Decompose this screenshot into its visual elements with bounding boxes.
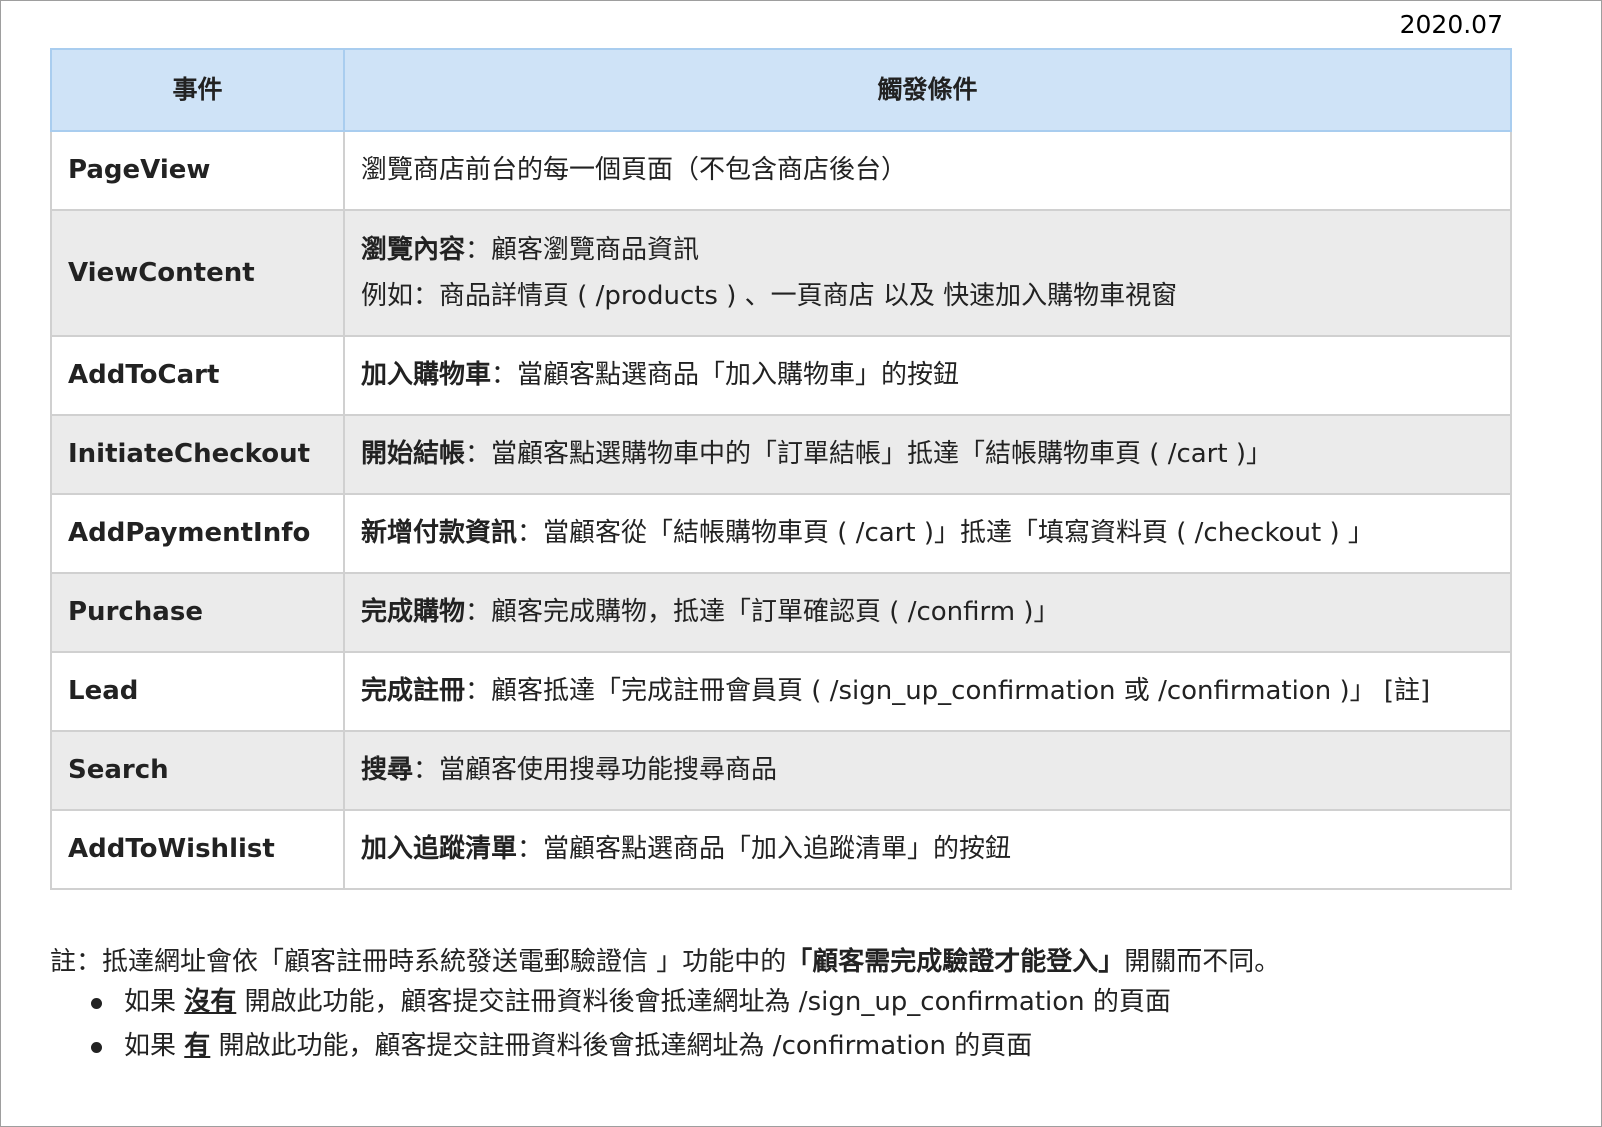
- event-name: ViewContent: [50, 209, 345, 337]
- footnote-suffix: 開關而不同。: [1124, 947, 1281, 977]
- trigger-term: 瀏覽內容: [361, 234, 466, 265]
- event-trigger: 新增付款資訊：當顧客從「結帳購物車頁 ( /cart )」抵達「填寫資料頁 ( …: [343, 493, 1512, 574]
- list-item: 如果 有 開啟此功能，顧客提交註冊資料後會抵達網址為 /confirmation…: [91, 1030, 1520, 1064]
- bullet-dot-icon: [91, 997, 102, 1009]
- trigger-term: 搜尋: [361, 755, 414, 786]
- event-name: AddPaymentInfo: [50, 493, 345, 574]
- event-trigger: 瀏覽商店前台的每一個頁面（不包含商店後台）: [343, 130, 1512, 211]
- bullet-post: 開啟此功能，顧客提交註冊資料後會抵達網址為 /confirmation 的頁面: [210, 1030, 1033, 1061]
- event-name: AddToCart: [50, 335, 345, 416]
- trigger-desc: 瀏覽商店前台的每一個頁面（不包含商店後台）: [361, 155, 908, 186]
- bullet-pre: 如果: [124, 986, 185, 1017]
- trigger-desc: ：當顧客點選購物車中的「訂單結帳」抵達「結帳購物車頁 ( /cart )」: [465, 439, 1272, 470]
- header-trigger: 觸發條件: [343, 48, 1512, 132]
- table-row: ViewContent 瀏覽內容：顧客瀏覽商品資訊 例如：商品詳情頁 ( /pr…: [50, 209, 1512, 337]
- event-trigger: 瀏覽內容：顧客瀏覽商品資訊 例如：商品詳情頁 ( /products ) 、一頁…: [343, 209, 1512, 337]
- trigger-desc: ：顧客抵達「完成註冊會員頁 ( /sign_up_confirmation 或 …: [465, 676, 1431, 707]
- trigger-term: 加入購物車: [361, 360, 492, 391]
- bullet-dot-icon: [91, 1041, 102, 1053]
- bullet-pre: 如果: [124, 1030, 185, 1061]
- trigger-desc: ：當顧客使用搜尋功能搜尋商品: [413, 755, 778, 786]
- table-row: AddToCart 加入購物車：當顧客點選商品「加入購物車」的按鈕: [50, 335, 1512, 416]
- event-name: Lead: [50, 651, 345, 732]
- event-name: InitiateCheckout: [50, 414, 345, 495]
- event-name: AddToWishlist: [50, 809, 345, 890]
- event-trigger: 搜尋：當顧客使用搜尋功能搜尋商品: [343, 730, 1512, 811]
- bullet-post: 開啟此功能，顧客提交註冊資料後會抵達網址為 /sign_up_confirmat…: [236, 986, 1171, 1017]
- trigger-term: 完成註冊: [361, 676, 466, 707]
- trigger-term: 加入追蹤清單: [361, 834, 518, 865]
- event-trigger: 完成購物：顧客完成購物，抵達「訂單確認頁 ( /confirm )」: [343, 572, 1512, 653]
- footnote-bold: 「顧客需完成驗證才能登入」: [786, 947, 1125, 977]
- events-table: 事件 觸發條件 PageView 瀏覽商店前台的每一個頁面（不包含商店後台） V…: [50, 48, 1512, 890]
- event-name: PageView: [50, 130, 345, 211]
- event-trigger: 加入購物車：當顧客點選商品「加入購物車」的按鈕: [343, 335, 1512, 416]
- document-page: 2020.07 事件 觸發條件 PageView 瀏覽商店前台的每一個頁面（不包…: [0, 0, 1602, 1127]
- trigger-desc: ：當顧客點選商品「加入追蹤清單」的按鈕: [517, 834, 1012, 865]
- trigger-term: 完成購物: [361, 597, 466, 628]
- header-event: 事件: [50, 48, 345, 132]
- footnote-prefix: 註：抵達網址會依「顧客註冊時系統發送電郵驗證信 」功能中的: [50, 947, 787, 977]
- trigger-desc: ：當顧客點選商品「加入購物車」的按鈕: [491, 360, 960, 391]
- table-row: AddToWishlist 加入追蹤清單：當顧客點選商品「加入追蹤清單」的按鈕: [50, 809, 1512, 890]
- event-name: Purchase: [50, 572, 345, 653]
- list-item: 如果 沒有 開啟此功能，顧客提交註冊資料後會抵達網址為 /sign_up_con…: [91, 986, 1520, 1020]
- event-trigger: 開始結帳：當顧客點選購物車中的「訂單結帳」抵達「結帳購物車頁 ( /cart )…: [343, 414, 1512, 495]
- table-row: Search 搜尋：當顧客使用搜尋功能搜尋商品: [50, 730, 1512, 811]
- table-row: AddPaymentInfo 新增付款資訊：當顧客從「結帳購物車頁 ( /car…: [50, 493, 1512, 574]
- trigger-desc: ：顧客瀏覽商品資訊: [465, 234, 700, 265]
- table-row: PageView 瀏覽商店前台的每一個頁面（不包含商店後台）: [50, 130, 1512, 211]
- trigger-desc: ：顧客完成購物，抵達「訂單確認頁 ( /confirm )」: [465, 597, 1060, 628]
- bullet-emphasis: 有: [184, 1030, 211, 1061]
- event-trigger: 完成註冊：顧客抵達「完成註冊會員頁 ( /sign_up_confirmatio…: [343, 651, 1512, 732]
- trigger-term: 新增付款資訊: [361, 518, 518, 549]
- trigger-example: 例如：商品詳情頁 ( /products ) 、一頁商店 以及 快速加入購物車視…: [361, 281, 1178, 311]
- footnote-text: 註：抵達網址會依「顧客註冊時系統發送電郵驗證信 」功能中的「顧客需完成驗證才能登…: [50, 946, 1520, 980]
- trigger-term: 開始結帳: [361, 439, 466, 470]
- event-trigger: 加入追蹤清單：當顧客點選商品「加入追蹤清單」的按鈕: [343, 809, 1512, 890]
- bullet-emphasis: 沒有: [184, 986, 237, 1017]
- table-row: Purchase 完成購物：顧客完成購物，抵達「訂單確認頁 ( /confirm…: [50, 572, 1512, 653]
- document-date: 2020.07: [1399, 10, 1503, 39]
- table-row: Lead 完成註冊：顧客抵達「完成註冊會員頁 ( /sign_up_confir…: [50, 651, 1512, 732]
- table-header-row: 事件 觸發條件: [50, 48, 1512, 132]
- table-row: InitiateCheckout 開始結帳：當顧客點選購物車中的「訂單結帳」抵達…: [50, 414, 1512, 495]
- trigger-desc: ：當顧客從「結帳購物車頁 ( /cart )」抵達「填寫資料頁 ( /check…: [517, 518, 1374, 549]
- footnote-list: 如果 沒有 開啟此功能，顧客提交註冊資料後會抵達網址為 /sign_up_con…: [50, 986, 1520, 1064]
- event-name: Search: [50, 730, 345, 811]
- footnote: 註：抵達網址會依「顧客註冊時系統發送電郵驗證信 」功能中的「顧客需完成驗證才能登…: [50, 946, 1520, 1073]
